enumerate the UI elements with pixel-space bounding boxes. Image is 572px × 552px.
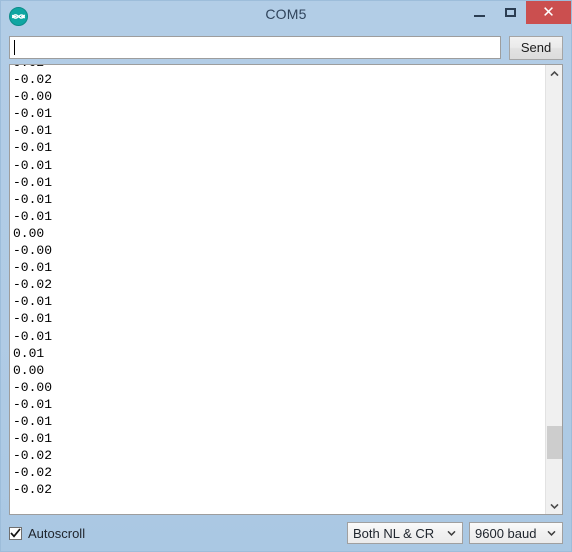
console-line: -0.01: [13, 413, 53, 429]
console-line: -0.01: [13, 106, 53, 122]
text-caret: [14, 40, 15, 55]
console-line: -0.00: [13, 89, 53, 105]
console-area: 0.02-0.02-0.00-0.01-0.01-0.01-0.01-0.01-…: [9, 64, 563, 515]
chevron-down-icon: [550, 503, 559, 509]
console-output[interactable]: 0.02-0.02-0.00-0.01-0.01-0.01-0.01-0.01-…: [10, 65, 545, 514]
close-icon: ✕: [542, 4, 555, 21]
title-bar[interactable]: COM5 ✕: [1, 1, 571, 31]
send-button[interactable]: Send: [509, 35, 563, 60]
window-frame: COM5 ✕ Send 0.02-0.02-0.: [0, 0, 572, 552]
console-line: -0.00: [13, 243, 53, 259]
vertical-scrollbar[interactable]: [545, 65, 562, 514]
serial-monitor-window: COM5 ✕ Send 0.02-0.02-0.: [0, 0, 572, 552]
console-line: 0.01: [13, 345, 45, 361]
line-ending-value: Both NL & CR: [353, 525, 435, 541]
console-line: -0.02: [13, 277, 53, 293]
close-button[interactable]: ✕: [526, 1, 571, 24]
send-input[interactable]: [9, 36, 501, 59]
autoscroll-label: Autoscroll: [28, 525, 86, 541]
console-line: -0.01: [13, 294, 53, 310]
console-line: -0.00: [13, 379, 53, 395]
console-line: -0.02: [13, 465, 53, 481]
console-line: -0.01: [13, 260, 53, 276]
console-line: -0.01: [13, 328, 53, 344]
maximize-icon: [504, 8, 516, 17]
console-line: -0.01: [13, 191, 53, 207]
minimize-button[interactable]: [464, 1, 494, 24]
scroll-up-button[interactable]: [546, 65, 562, 82]
maximize-button[interactable]: [494, 1, 526, 24]
send-row: Send: [1, 31, 571, 64]
console-line: -0.01: [13, 311, 53, 327]
scroll-down-button[interactable]: [546, 497, 562, 514]
console-line: -0.02: [13, 448, 53, 464]
baud-rate-select[interactable]: 9600 baud: [469, 522, 563, 544]
console-line: 0.00: [13, 225, 45, 241]
console-line: -0.01: [13, 123, 53, 139]
arduino-logo-icon: [9, 7, 28, 26]
window-controls: ✕: [464, 1, 571, 24]
chevron-down-icon: [543, 530, 559, 536]
console-line: -0.01: [13, 431, 53, 447]
console-line: -0.01: [13, 396, 53, 412]
autoscroll-checkbox[interactable]: [9, 526, 22, 540]
minimize-icon: [473, 14, 485, 17]
autoscroll-toggle[interactable]: Autoscroll: [9, 526, 85, 541]
baud-rate-value: 9600 baud: [475, 525, 537, 541]
console-line: -0.01: [13, 140, 53, 156]
console-line: -0.02: [13, 72, 53, 88]
scrollbar-thumb[interactable]: [547, 426, 562, 459]
status-bar: Autoscroll Both NL & CR 9600 baud: [1, 515, 571, 551]
console-line: -0.01: [13, 208, 53, 224]
line-ending-select[interactable]: Both NL & CR: [347, 522, 463, 544]
console-line: -0.02: [13, 482, 53, 498]
console-lines: 0.02-0.02-0.00-0.01-0.01-0.01-0.01-0.01-…: [13, 65, 52, 498]
chevron-down-icon: [443, 530, 459, 536]
console-line: -0.01: [13, 174, 53, 190]
checkmark-icon: [10, 528, 21, 538]
console-line: 0.00: [13, 362, 45, 378]
chevron-up-icon: [550, 70, 559, 76]
console-line: -0.01: [13, 157, 53, 173]
